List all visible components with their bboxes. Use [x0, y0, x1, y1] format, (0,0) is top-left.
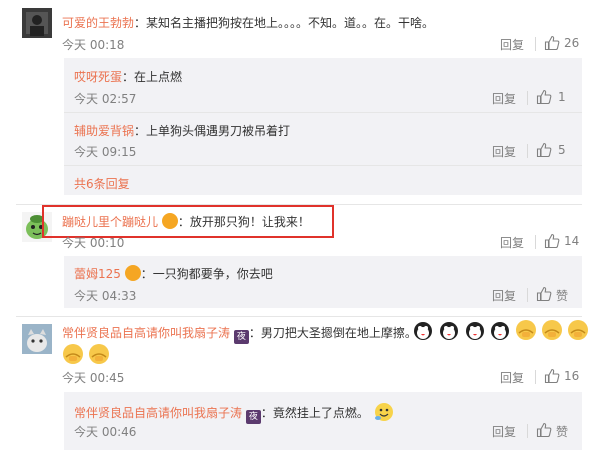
timestamp: 今天 00:18 — [62, 38, 125, 52]
divider — [527, 288, 528, 302]
username-link[interactable]: 蹦哒儿里个蹦哒儿 — [62, 215, 158, 229]
emoji-row — [412, 319, 589, 341]
comment-body: 蹦哒儿里个蹦哒儿 ：放开那只狗！让我来！ — [62, 213, 310, 230]
comment-text: ：男刀把大圣摁倒在地上摩擦。 — [248, 326, 417, 340]
divider — [527, 424, 528, 438]
thumbs-up-icon[interactable] — [536, 89, 552, 105]
bow-emoji-icon — [567, 319, 589, 341]
comment-text: ：放开那只狗！让我来！ — [177, 215, 310, 229]
username-link[interactable]: 可爱的王勃勃 — [62, 16, 134, 30]
more-replies-link[interactable]: 共6条回复 — [74, 175, 130, 192]
thumbs-up-icon[interactable] — [536, 286, 552, 302]
reply-text: ：竟然挂上了点燃。 — [260, 406, 369, 420]
bow-emoji-icon — [515, 319, 537, 341]
like-count: 14 — [564, 234, 580, 248]
penguin-emoji-icon — [489, 319, 511, 341]
smile-emoji-icon — [373, 401, 395, 423]
reply-body: 常伴贤良品自高请你叫我扇子涛 夜：竟然挂上了点燃。 — [74, 401, 395, 424]
reply-button[interactable]: 回复 — [492, 423, 516, 440]
reply-body: 哎呀死蛋：在上点燃 — [74, 68, 182, 85]
reply-body: 蕾姆125 ：一只狗都要争，你去吧 — [74, 265, 273, 282]
reply-button[interactable]: 回复 — [500, 369, 524, 386]
penguin-emoji-icon — [464, 319, 486, 341]
divider — [527, 91, 528, 105]
thumbs-up-icon[interactable] — [536, 422, 552, 438]
vip-crown-icon — [124, 265, 141, 281]
reply-text: ：一只狗都要争，你去吧 — [140, 267, 273, 281]
comment-body: 可爱的王勃勃：某知名主播把狗按在地上。。。。不知。道。。在。干啥。 — [62, 14, 434, 31]
penguin-emoji-icon — [412, 319, 434, 341]
username-link[interactable]: 哎呀死蛋 — [74, 70, 122, 84]
timestamp: 今天 00:46 — [74, 425, 137, 439]
divider — [64, 112, 582, 113]
avatar[interactable] — [22, 8, 52, 38]
reply-text: ：在上点燃 — [122, 70, 183, 84]
reply-button[interactable]: 回复 — [500, 36, 524, 53]
comment-text: ：某知名主播把狗按在地上。。。。不知。道。。在。干啥。 — [134, 16, 435, 30]
username-link[interactable]: 辅助爱背锅 — [74, 124, 134, 138]
comment-body: 常伴贤良品自高请你叫我扇子涛 夜：男刀把大圣摁倒在地上摩擦。 — [62, 324, 417, 344]
bow-emoji-icon — [88, 343, 110, 365]
divider — [535, 37, 536, 51]
divider — [535, 370, 536, 384]
bow-emoji-icon — [62, 343, 84, 365]
username-link[interactable]: 蕾姆125 — [74, 267, 121, 281]
divider — [16, 316, 582, 317]
divider — [527, 144, 528, 158]
reply-text: ：上单狗头偶遇男刀被吊着打 — [134, 124, 291, 138]
username-link[interactable]: 常伴贤良品自高请你叫我扇子涛 — [74, 406, 242, 420]
like-count: 1 — [558, 90, 566, 104]
divider — [64, 165, 582, 166]
avatar[interactable] — [22, 324, 52, 354]
reply-button[interactable]: 回复 — [500, 234, 524, 251]
timestamp: 今天 04:33 — [74, 289, 137, 303]
like-label: 赞 — [556, 425, 569, 439]
like-count: 26 — [564, 36, 580, 50]
timestamp: 今天 02:57 — [74, 92, 137, 106]
penguin-emoji-icon — [438, 319, 460, 341]
member-badge: 夜 — [233, 330, 249, 344]
thumbs-up-icon[interactable] — [544, 233, 560, 249]
reply-body: 辅助爱背锅：上单狗头偶遇男刀被吊着打 — [74, 122, 290, 139]
reply-button[interactable]: 回复 — [492, 90, 516, 107]
like-label: 赞 — [556, 289, 569, 303]
username-link[interactable]: 常伴贤良品自高请你叫我扇子涛 — [62, 326, 230, 340]
like-count: 5 — [558, 143, 566, 157]
divider — [535, 235, 536, 249]
reply-button[interactable]: 回复 — [492, 287, 516, 304]
thumbs-up-icon[interactable] — [536, 142, 552, 158]
timestamp: 今天 09:15 — [74, 145, 137, 159]
thumbs-up-icon[interactable] — [544, 368, 560, 384]
vip-crown-icon — [161, 213, 178, 229]
reply-button[interactable]: 回复 — [492, 143, 516, 160]
like-count: 16 — [564, 369, 580, 383]
emoji-row — [62, 343, 110, 365]
member-badge: 夜 — [245, 410, 261, 424]
timestamp: 今天 00:10 — [62, 236, 125, 250]
bow-emoji-icon — [541, 319, 563, 341]
thumbs-up-icon[interactable] — [544, 35, 560, 51]
timestamp: 今天 00:45 — [62, 371, 125, 385]
